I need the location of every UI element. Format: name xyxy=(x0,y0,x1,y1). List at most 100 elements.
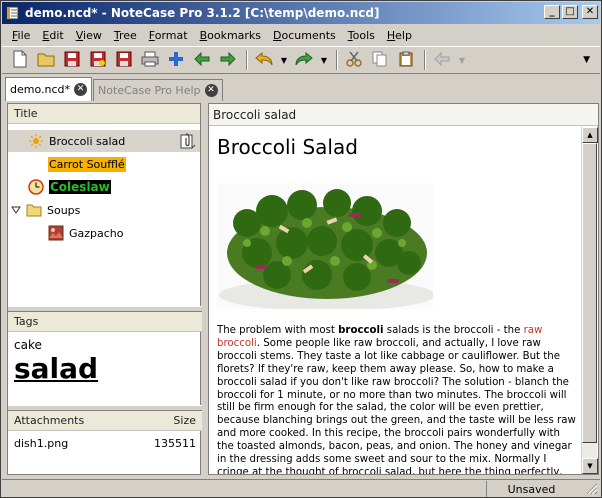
menu-format[interactable]: Format xyxy=(143,29,194,42)
note-title: Broccoli Salad xyxy=(217,135,358,159)
nav-back-button[interactable] xyxy=(430,49,454,71)
tag-salad[interactable]: salad xyxy=(8,352,202,385)
tab-label: NoteCase Pro Help xyxy=(98,84,201,97)
tree-item-coleslaw[interactable]: Coleslaw xyxy=(28,176,111,198)
open-button[interactable] xyxy=(34,49,58,71)
toolbar-overflow-button[interactable]: ▼ xyxy=(583,55,590,65)
resize-grip-icon[interactable] xyxy=(586,483,598,495)
menu-view[interactable]: View xyxy=(70,29,108,42)
maximize-button[interactable]: □ xyxy=(562,5,578,19)
note-text: The problem with most broccoli salads is… xyxy=(217,325,576,474)
minimize-button[interactable]: _ xyxy=(544,5,560,19)
note-pane: Broccoli salad Broccoli Salad The proble… xyxy=(208,103,599,475)
maximize-icon: □ xyxy=(565,6,575,17)
tree-item-carrot-souffle[interactable]: Carrot Soufflé xyxy=(48,153,126,175)
menu-bar: File Edit View Tree Format Bookmarks Doc… xyxy=(2,25,600,45)
save-status: Unsaved xyxy=(486,481,576,497)
attachment-size: 135511 xyxy=(154,437,196,450)
new-document-button[interactable] xyxy=(8,49,32,71)
menu-edit[interactable]: Edit xyxy=(36,29,69,42)
status-bar: Unsaved xyxy=(2,479,600,497)
new-document-icon xyxy=(12,50,28,71)
copy-button[interactable] xyxy=(368,49,392,71)
menu-documents[interactable]: Documents xyxy=(267,29,342,42)
tree-header[interactable]: Title xyxy=(8,104,200,124)
nav-back-dropdown[interactable]: ▼ xyxy=(456,49,468,71)
save-button[interactable] xyxy=(60,49,84,71)
tab-help[interactable]: NoteCase Pro Help ✕ xyxy=(93,79,223,101)
chevron-down-icon: ▼ xyxy=(587,462,593,470)
menu-file[interactable]: File xyxy=(6,29,36,42)
minimize-icon: _ xyxy=(549,6,555,17)
tree-item-label: Coleslaw xyxy=(49,180,111,194)
tree-item-label: Broccoli salad xyxy=(49,134,126,148)
menu-tree[interactable]: Tree xyxy=(108,29,143,42)
app-notebook-icon xyxy=(5,6,21,20)
attachments-header-label[interactable]: Attachments xyxy=(14,414,84,427)
save-icon xyxy=(64,51,80,70)
tree-item-gazpacho[interactable]: Gazpacho xyxy=(48,222,124,244)
close-icon[interactable]: ✕ xyxy=(204,84,218,97)
document-tabs: demo.ncd* ✕ NoteCase Pro Help ✕ xyxy=(5,77,224,101)
menu-help[interactable]: Help xyxy=(381,29,418,42)
save-all-button[interactable] xyxy=(112,49,136,71)
attachment-note-icon xyxy=(180,133,196,152)
tab-label: demo.ncd* xyxy=(10,83,71,96)
undo-icon xyxy=(255,51,273,70)
cut-icon xyxy=(346,51,362,70)
left-pane: Title Broccoli salad Carrot Soufflé Cole… xyxy=(7,103,202,475)
undo-button[interactable] xyxy=(252,49,276,71)
close-button[interactable]: ✕ xyxy=(582,5,598,19)
attachment-row[interactable]: dish1.png 135511 xyxy=(8,431,202,456)
sun-icon xyxy=(28,133,44,149)
expander-open-icon[interactable] xyxy=(10,204,22,216)
vertical-scrollbar[interactable]: ▲ ▼ xyxy=(581,127,598,474)
save-as-icon xyxy=(90,51,106,70)
scroll-down-button[interactable]: ▼ xyxy=(582,458,598,474)
vertical-splitter[interactable] xyxy=(201,103,207,475)
undo-dropdown[interactable]: ▼ xyxy=(278,49,290,71)
tree-item-broccoli-salad[interactable]: Broccoli salad xyxy=(8,130,200,152)
menu-tools[interactable]: Tools xyxy=(342,29,381,42)
move-left-button[interactable] xyxy=(190,49,214,71)
attachments-panel: Attachments Size dish1.png 135511 xyxy=(8,411,202,456)
redo-dropdown[interactable]: ▼ xyxy=(318,49,330,71)
size-header-label[interactable]: Size xyxy=(173,414,196,427)
save-as-button[interactable] xyxy=(86,49,110,71)
title-bar[interactable]: demo.ncd* - NoteCase Pro 3.1.2 [C:\temp\… xyxy=(2,2,600,24)
picture-icon xyxy=(48,225,64,241)
toolbar-separator xyxy=(246,50,248,70)
chevron-down-icon: ▼ xyxy=(458,55,466,65)
redo-icon xyxy=(295,51,313,70)
paste-icon xyxy=(398,51,414,70)
note-tree: Broccoli salad Carrot Soufflé Coleslaw S… xyxy=(8,124,200,304)
broccoli-salad-image xyxy=(217,183,435,311)
toolbar: ▼ ▼ ▼ ▼ xyxy=(2,46,600,74)
scroll-thumb[interactable] xyxy=(582,143,597,443)
redo-button[interactable] xyxy=(292,49,316,71)
tags-panel: Tags cake salad xyxy=(8,312,202,385)
tree-item-label: Carrot Soufflé xyxy=(48,156,126,172)
note-caption: Broccoli salad xyxy=(209,104,598,126)
clock-icon xyxy=(28,179,44,195)
print-button[interactable] xyxy=(138,49,162,71)
paste-button[interactable] xyxy=(394,49,418,71)
scroll-up-button[interactable]: ▲ xyxy=(582,127,598,143)
tree-item-label: Soups xyxy=(47,203,81,217)
open-folder-icon xyxy=(37,51,55,70)
cut-button[interactable] xyxy=(342,49,366,71)
chevron-down-icon: ▼ xyxy=(583,55,590,65)
move-right-button[interactable] xyxy=(216,49,240,71)
add-node-button[interactable] xyxy=(164,49,188,71)
add-node-icon xyxy=(168,51,184,70)
tags-header-label: Tags xyxy=(14,315,39,328)
tree-header-label: Title xyxy=(14,107,38,120)
tree-item-soups[interactable]: Soups xyxy=(10,199,80,221)
bold-word: broccoli xyxy=(338,325,384,336)
tag-cake[interactable]: cake xyxy=(8,332,202,352)
note-editor[interactable]: Broccoli Salad The problem with most bro… xyxy=(209,127,581,474)
close-icon[interactable]: ✕ xyxy=(74,83,88,96)
tab-demo[interactable]: demo.ncd* ✕ xyxy=(5,77,93,101)
copy-icon xyxy=(372,51,388,70)
menu-bookmarks[interactable]: Bookmarks xyxy=(194,29,267,42)
